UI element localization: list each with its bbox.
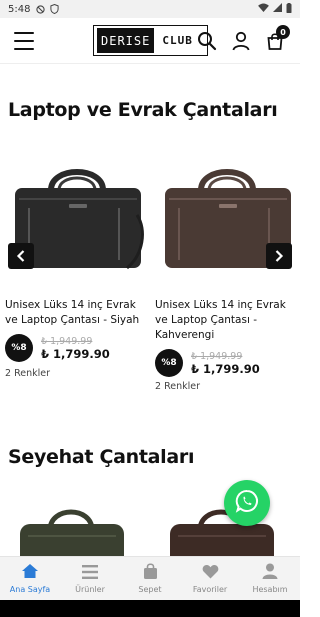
signal-icon [273,3,282,15]
product-image[interactable] [12,500,132,556]
new-price: ₺ 1,799.90 [41,346,110,361]
bag-icon [143,563,158,583]
search-icon[interactable] [197,31,217,55]
user-icon [262,563,278,583]
bottom-navigation: Ana Sayfa Ürünler Sepet Favoriler Hesabı… [0,556,300,600]
shield-icon [50,4,60,14]
price-row: %8 ₺ 1,949.99 ₺ 1,799.90 [5,334,150,362]
brand-logo[interactable]: DERISE CLUB [93,25,208,56]
wifi-icon [258,3,269,15]
nav-label: Ürünler [75,584,105,594]
status-time: 5:48 [8,3,31,15]
menu-icon-line [14,32,34,34]
battery-icon [286,2,292,16]
app-screen: 5:48 DERISE CLUB 0 Laptop ve Evrak Çanta… [0,0,300,617]
nav-item-products[interactable]: Ürünler [60,557,120,600]
product-card[interactable]: Unisex Lüks 14 inç Evrak ve Laptop Çanta… [155,150,300,392]
color-count: 2 Renkler [155,381,200,392]
discount-badge: %8 [5,334,33,362]
nav-item-cart[interactable]: Sepet [120,557,180,600]
status-bar: 5:48 [0,0,300,18]
do-not-disturb-icon [36,4,46,14]
nav-item-favorites[interactable]: Favoriler [180,557,240,600]
product-image[interactable] [155,150,300,290]
product-name[interactable]: Unisex Lüks 14 inç Evrak ve Laptop Çanta… [155,298,300,343]
price-row: %8 ₺ 1,949.99 ₺ 1,799.90 [155,349,300,377]
menu-icon-line [14,48,34,50]
account-icon[interactable] [231,31,251,55]
menu-button[interactable] [14,32,34,50]
new-price: ₺ 1,799.90 [191,361,260,376]
chevron-left-icon [16,247,26,266]
nav-item-home[interactable]: Ana Sayfa [0,557,60,600]
section-title-laptop: Laptop ve Evrak Çantaları [8,99,278,121]
product-image[interactable] [5,150,150,290]
discount-badge: %8 [155,349,183,377]
section-title-travel: Seyehat Çantaları [8,446,195,468]
cart-count-badge: 0 [276,25,290,39]
price-group: ₺ 1,949.99 ₺ 1,799.90 [191,351,260,376]
chevron-right-icon [274,247,284,266]
whatsapp-icon [234,488,260,518]
old-price: ₺ 1,949.99 [191,350,243,362]
carousel-next-button[interactable] [266,243,292,269]
cart-icon[interactable]: 0 [266,25,290,54]
nav-label: Sepet [138,585,162,594]
product-name[interactable]: Unisex Lüks 14 inç Evrak ve Laptop Çanta… [5,298,150,328]
heart-icon [202,564,219,583]
price-group: ₺ 1,949.99 ₺ 1,799.90 [41,336,110,361]
nav-label: Hesabım [252,585,288,594]
home-icon [21,563,39,583]
color-count: 2 Renkler [5,368,50,379]
logo-text-secondary: CLUB [162,34,193,47]
system-navigation-bar [0,600,300,617]
app-header: DERISE CLUB 0 [0,18,300,64]
logo-text-primary: DERISE [97,28,155,53]
menu-icon-line [14,40,34,42]
carousel-prev-button[interactable] [8,243,34,269]
old-price: ₺ 1,949.99 [41,335,93,347]
nav-label: Favoriler [192,584,228,594]
nav-label: Ana Sayfa [9,585,51,594]
nav-item-account[interactable]: Hesabım [240,557,300,600]
whatsapp-button[interactable] [224,480,270,526]
list-icon [82,564,98,583]
